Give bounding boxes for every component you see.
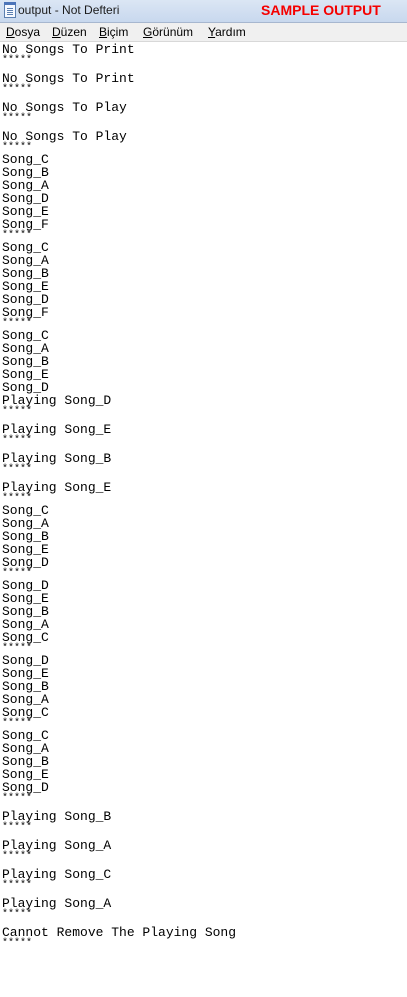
text-area[interactable]: No Songs To Print ***** No Songs To Print *… [2, 43, 405, 997]
separator-line: ***** [2, 55, 33, 66]
menu-gorunum-label: örünüm [152, 25, 194, 39]
menu-yardim-label: ardım [215, 25, 246, 39]
menu-bicim-accel: B [99, 25, 108, 39]
separator-line: ***** [2, 113, 33, 124]
title-bar[interactable]: output - Not Defteri SAMPLE OUTPUT [0, 0, 407, 23]
menu-gorunum[interactable]: Görünüm [143, 25, 193, 39]
notepad-icon[interactable] [4, 2, 16, 18]
menu-bar: Dosya Düzen Biçim Görünüm Yardım [0, 23, 407, 42]
separator-line: ***** [2, 84, 33, 95]
menu-gorunum-accel: G [143, 25, 153, 39]
menu-dosya[interactable]: Dosya [6, 25, 40, 39]
menu-bicim-label: içim [107, 25, 129, 39]
menu-yardim[interactable]: Yardım [208, 25, 246, 39]
separator-line: ***** [2, 851, 33, 862]
menu-dosya-accel: D [6, 25, 15, 39]
menu-bicim[interactable]: Biçim [99, 25, 128, 39]
output-line: Cannot Remove The Playing Song [2, 925, 237, 940]
window-title: output - Not Defteri [18, 3, 120, 17]
notepad-window: output - Not Defteri SAMPLE OUTPUT Dosya… [0, 0, 407, 997]
separator-line: ***** [2, 822, 33, 833]
menu-dosya-label: osya [14, 25, 41, 39]
sample-output-label: SAMPLE OUTPUT [261, 2, 381, 18]
separator-line: ***** [2, 435, 33, 446]
separator-line: ***** [2, 880, 33, 891]
separator-line: ***** [2, 938, 33, 949]
menu-duzen-accel: D [52, 25, 61, 39]
separator-line: ***** [2, 464, 33, 475]
menu-duzen-label: üzen [60, 25, 87, 39]
separator-line: ***** [2, 909, 33, 920]
separator-line: ***** [2, 406, 33, 417]
menu-duzen[interactable]: Düzen [52, 25, 87, 39]
separator-line: ***** [2, 793, 33, 804]
